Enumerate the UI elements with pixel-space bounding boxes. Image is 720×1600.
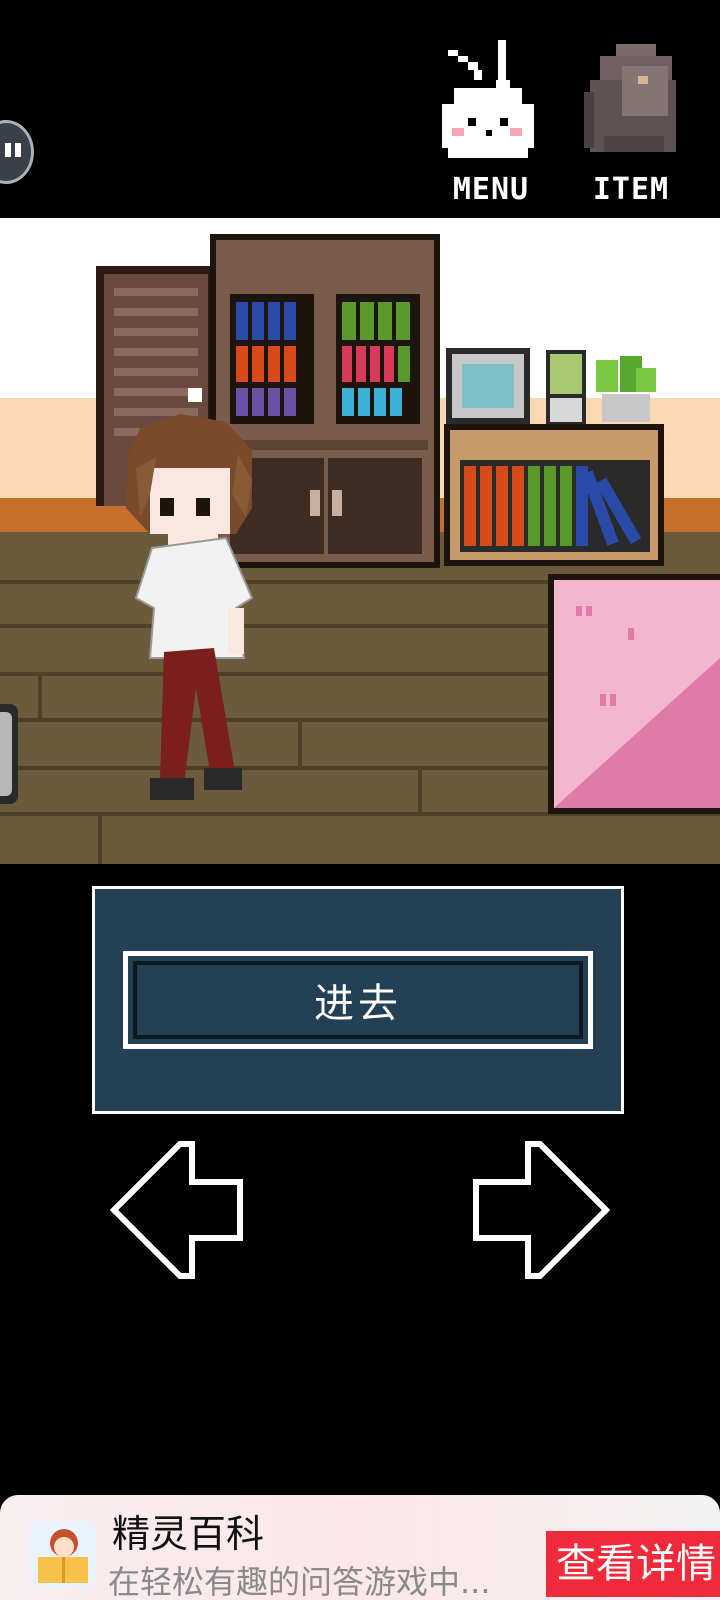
item-button[interactable]: ITEM xyxy=(576,36,686,211)
ad-description: 在轻松有趣的问答游戏中... xyxy=(108,1563,491,1600)
nav-left-button[interactable] xyxy=(109,1140,250,1280)
arrow-right-icon xyxy=(473,1141,611,1279)
floating-assistant-button[interactable] xyxy=(0,120,34,184)
ad-app-icon xyxy=(30,1521,96,1587)
enter-choice-button[interactable]: 进去 xyxy=(123,951,593,1049)
rabbit-icon xyxy=(442,40,534,158)
choice-panel: 进去 xyxy=(92,886,624,1114)
game-scene[interactable] xyxy=(0,218,720,864)
menu-button[interactable]: MENU xyxy=(436,36,546,211)
menu-label: MENU xyxy=(452,172,530,207)
ad-cta-button[interactable]: 查看详情 xyxy=(546,1531,720,1597)
arrow-left-icon xyxy=(109,1141,243,1279)
nav-right-button[interactable] xyxy=(470,1140,611,1280)
enter-choice-label: 进去 xyxy=(314,981,402,1027)
ad-title: 精灵百科 xyxy=(112,1512,265,1556)
ad-banner[interactable]: 精灵百科 在轻松有趣的问答游戏中... 查看详情 xyxy=(0,1495,720,1600)
top-bar: MENU ITEM xyxy=(0,0,720,218)
backpack-icon xyxy=(584,44,676,152)
item-label: ITEM xyxy=(592,172,670,207)
